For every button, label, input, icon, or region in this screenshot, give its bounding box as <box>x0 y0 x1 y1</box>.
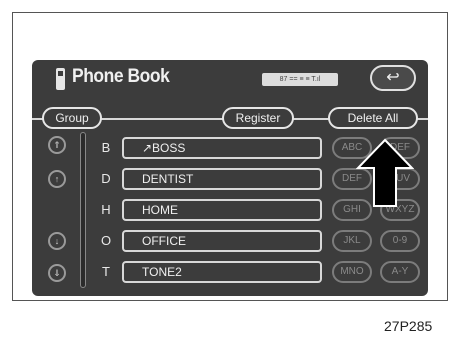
list-item: T TONE2 MNO A-Y <box>32 260 428 284</box>
index-letter: H <box>101 202 111 217</box>
index-letter: O <box>100 233 112 248</box>
delete-all-button[interactable]: Delete All <box>328 107 418 129</box>
phone-book-screen: Phone Book 87 == ≡ ≡ T.ıl ↩ Group Regist… <box>32 60 428 296</box>
index-letter: T <box>102 264 110 279</box>
phone-book-icon <box>56 68 65 90</box>
contact-entry[interactable]: ↗BOSS <box>122 137 322 159</box>
alpha-tab[interactable]: 0-9 <box>380 230 420 252</box>
index-letter: D <box>101 171 111 186</box>
up-arrow-icon <box>356 138 414 207</box>
contact-entry[interactable]: OFFICE <box>122 230 322 252</box>
contact-entry[interactable]: HOME <box>122 199 322 221</box>
group-button[interactable]: Group <box>42 107 102 129</box>
figure-caption: 27P285 <box>384 318 433 334</box>
index-letter: B <box>101 140 111 155</box>
status-indicator: 87 == ≡ ≡ T.ıl <box>262 73 338 86</box>
alpha-tab[interactable]: MNO <box>332 261 372 283</box>
header: Phone Book 87 == ≡ ≡ T.ıl ↩ <box>32 60 428 104</box>
page-title: Phone Book <box>72 66 170 87</box>
contact-entry[interactable]: DENTIST <box>122 168 322 190</box>
contact-entry[interactable]: TONE2 <box>122 261 322 283</box>
alpha-tab[interactable]: A-Y <box>380 261 420 283</box>
alpha-tab[interactable]: JKL <box>332 230 372 252</box>
back-button[interactable]: ↩ <box>370 65 416 91</box>
register-button[interactable]: Register <box>222 107 294 129</box>
list-item: O OFFICE JKL 0-9 <box>32 229 428 253</box>
return-icon: ↩ <box>386 69 400 86</box>
